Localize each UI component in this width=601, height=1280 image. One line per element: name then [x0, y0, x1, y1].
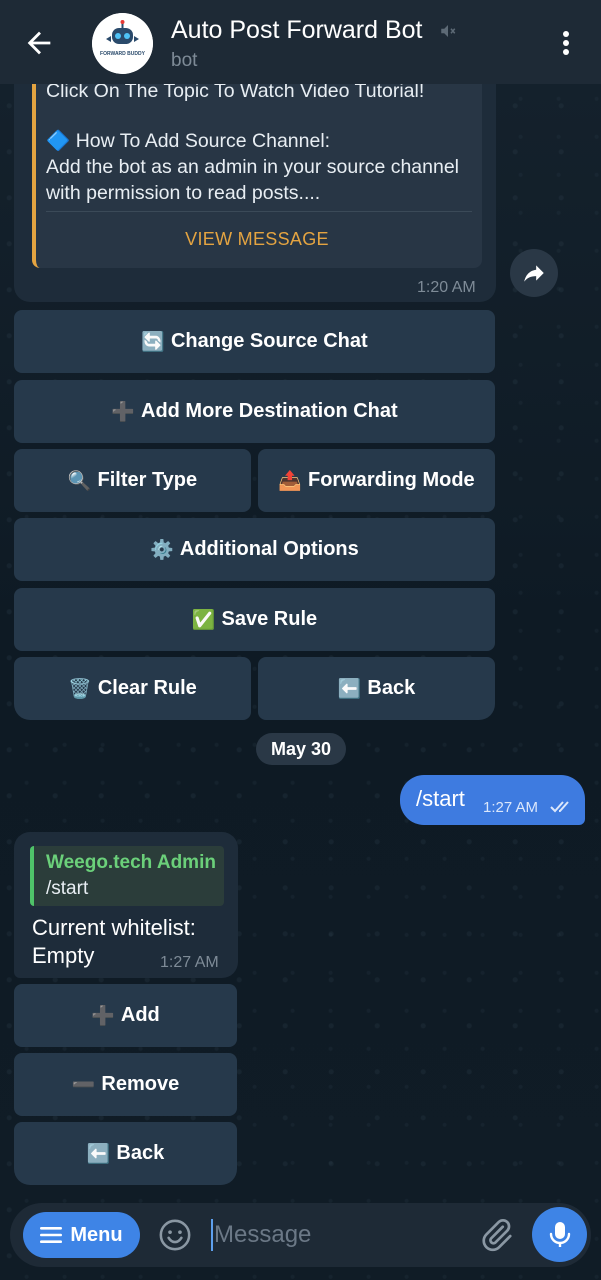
bot-avatar[interactable]: FORWARD BUDDY	[92, 13, 153, 74]
check-icon: ✅	[191, 609, 216, 631]
reply-text: /start	[46, 878, 89, 899]
chat-header: FORWARD BUDDY Auto Post Forward Bot bot	[0, 0, 601, 84]
chat-title[interactable]: Auto Post Forward Bot	[171, 16, 423, 45]
more-options-icon[interactable]	[556, 28, 576, 58]
double-check-icon	[550, 801, 569, 813]
plus-icon: ➕	[91, 1005, 115, 1027]
refresh-icon: 🔄	[141, 331, 165, 353]
outgoing-message-text: /start	[416, 786, 465, 811]
quote-line: Add the bot as an admin in your source c…	[46, 156, 460, 178]
attach-icon[interactable]	[478, 1216, 514, 1254]
filter-type-button[interactable]: 🔍 Filter Type	[14, 449, 251, 512]
reply-sender-name: Weego.tech Admin	[46, 852, 216, 873]
hamburger-icon	[40, 1227, 63, 1243]
whitelist-back-button[interactable]: ⬅️ Back	[14, 1122, 237, 1185]
clear-rule-button[interactable]: 🗑️ Clear Rule	[14, 657, 251, 720]
message-input[interactable]	[214, 1218, 464, 1252]
emoji-icon[interactable]	[158, 1218, 192, 1252]
avatar-logo-text: FORWARD BUDDY	[100, 51, 146, 57]
forwarding-mode-button[interactable]: 📤 Forwarding Mode	[258, 449, 495, 512]
text-caret	[211, 1219, 213, 1251]
share-button[interactable]	[510, 249, 558, 297]
remove-button[interactable]: ➖ Remove	[14, 1053, 237, 1116]
trash-icon: 🗑️	[68, 678, 92, 700]
plus-icon: ➕	[111, 401, 135, 423]
message-time: 1:20 AM	[417, 279, 476, 296]
button-label: Add More Destination Chat	[141, 400, 398, 422]
gear-icon: ⚙️	[150, 539, 174, 561]
magnifier-icon: 🔍	[67, 470, 92, 492]
button-label: Remove	[101, 1073, 180, 1095]
chat-subtitle: bot	[171, 50, 198, 71]
quote-line: with permission to read posts....	[46, 182, 321, 204]
button-label: Back	[116, 1142, 165, 1164]
button-label: Additional Options	[179, 538, 359, 560]
microphone-icon	[549, 1221, 570, 1247]
back-button[interactable]: ⬅️ Back	[258, 657, 495, 720]
menu-button[interactable]: Menu	[23, 1212, 140, 1258]
button-label: Filter Type	[97, 469, 198, 491]
divider	[46, 211, 472, 212]
button-label: Clear Rule	[97, 677, 197, 699]
add-button[interactable]: ➕ Add	[14, 984, 237, 1047]
quote-line: 🔷 How To Add Source Channel:	[46, 130, 331, 152]
add-destination-chat-button[interactable]: ➕ Add More Destination Chat	[14, 380, 495, 443]
menu-label: Menu	[70, 1223, 123, 1246]
back-arrow-icon[interactable]	[22, 26, 56, 60]
share-icon	[524, 265, 544, 282]
left-arrow-icon: ⬅️	[86, 1143, 111, 1165]
date-separator: May 30	[256, 733, 346, 765]
additional-options-button[interactable]: ⚙️ Additional Options	[14, 518, 495, 581]
minus-icon: ➖	[71, 1074, 96, 1096]
button-label: Save Rule	[221, 608, 318, 630]
button-label: Back	[367, 677, 416, 699]
left-arrow-icon: ⬅️	[337, 678, 362, 700]
change-source-chat-button[interactable]: 🔄 Change Source Chat	[14, 310, 495, 373]
voice-record-button[interactable]	[532, 1207, 587, 1262]
view-message-button[interactable]: VIEW MESSAGE	[36, 229, 478, 250]
mute-icon	[441, 25, 456, 37]
button-label: Add	[120, 1004, 160, 1026]
save-rule-button[interactable]: ✅ Save Rule	[14, 588, 495, 651]
incoming-message-time: 1:27 AM	[160, 954, 219, 971]
robot-icon: FORWARD BUDDY	[92, 13, 153, 74]
outbox-icon: 📤	[278, 470, 302, 492]
button-label: Change Source Chat	[170, 330, 368, 352]
outgoing-message-time: 1:27 AM	[483, 799, 539, 816]
button-label: Forwarding Mode	[308, 469, 475, 491]
